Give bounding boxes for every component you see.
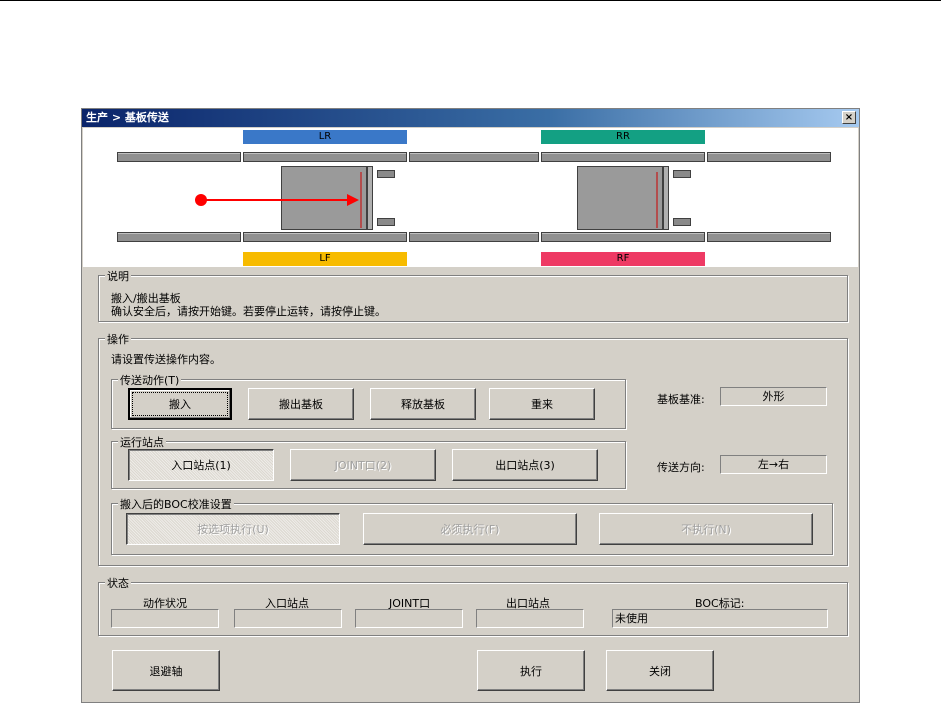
description-line-2: 确认安全后，请按开始键。若要停止运转，请按停止键。 <box>111 305 386 318</box>
operation-prompt: 请设置传送操作内容。 <box>111 353 221 366</box>
operation-group: 操作 请设置传送操作内容。 传送动作(T) 搬入 搬出基板 释放基板 重来 运行… <box>98 331 848 566</box>
title-bar: 生产 > 基板传送 × <box>82 109 859 127</box>
close-window-button[interactable]: × <box>842 111 856 124</box>
station-exit-button[interactable]: 出口站点(3) <box>452 449 598 481</box>
boc-setting-legend: 搬入后的BOC校准设置 <box>118 496 234 512</box>
operation-legend: 操作 <box>105 331 131 347</box>
rail-bottom-4 <box>541 232 705 242</box>
arrow-head-icon <box>347 194 359 206</box>
page-top-rule <box>0 0 941 1</box>
direction-value: 左→右 <box>720 455 827 474</box>
rail-bottom-1 <box>117 232 241 242</box>
direction-label: 传送方向: <box>657 461 705 474</box>
status-exit-field <box>476 609 584 628</box>
retry-button[interactable]: 重来 <box>489 388 595 420</box>
boc-option-execute-button[interactable]: 按选项执行(U) <box>126 513 340 545</box>
status-joint-field <box>355 609 463 628</box>
boc-not-execute-button[interactable]: 不执行(N) <box>599 513 813 545</box>
release-board-button[interactable]: 释放基板 <box>370 388 476 420</box>
status-entrance-field <box>234 609 342 628</box>
status-action-field <box>111 609 219 628</box>
execute-button[interactable]: 执行 <box>477 650 585 691</box>
status-group: 状态 动作状况 入口站点 JOINT口 出口站点 BOC标记: 未使用 <box>98 575 848 636</box>
description-group: 说明 搬入/搬出基板 确认安全后，请按开始键。若要停止运转，请按停止键。 <box>98 268 848 322</box>
window-title: 生产 > 基板传送 <box>86 111 169 124</box>
conveyor-diagram: LR RR LF RF <box>83 128 858 267</box>
station-entrance-button[interactable]: 入口站点(1) <box>128 449 274 481</box>
station-joint-button[interactable]: JOINT口(2) <box>290 449 436 481</box>
unload-board-button[interactable]: 搬出基板 <box>248 388 354 420</box>
run-station-legend: 运行站点 <box>118 434 166 450</box>
direction-arrow <box>195 172 658 228</box>
zone-label-lf: LF <box>243 252 407 266</box>
description-legend: 说明 <box>105 268 131 284</box>
transfer-dialog: 生产 > 基板传送 × LR RR LF RF 说明 搬入/搬出基板 确认安全后… <box>81 108 860 703</box>
zone-label-rf: RF <box>541 252 705 266</box>
status-legend: 状态 <box>105 575 131 591</box>
close-button[interactable]: 关闭 <box>606 650 714 691</box>
boc-must-execute-button[interactable]: 必须执行(F) <box>363 513 577 545</box>
retract-axis-button[interactable]: 退避轴 <box>112 650 220 691</box>
load-in-button[interactable]: 搬入 <box>128 388 232 420</box>
transfer-action-group: 传送动作(T) 搬入 搬出基板 释放基板 重来 <box>111 372 626 429</box>
run-station-group: 运行站点 入口站点(1) JOINT口(2) 出口站点(3) <box>111 434 626 489</box>
rail-bottom-5 <box>707 232 831 242</box>
rail-bottom-3 <box>409 232 539 242</box>
transfer-action-legend: 传送动作(T) <box>118 372 182 388</box>
status-boc-field: 未使用 <box>612 609 828 628</box>
boc-setting-group: 搬入后的BOC校准设置 按选项执行(U) 必须执行(F) 不执行(N) <box>111 496 833 555</box>
basis-label: 基板基准: <box>657 393 705 406</box>
rail-bottom-2 <box>243 232 407 242</box>
basis-value: 外形 <box>720 387 827 406</box>
